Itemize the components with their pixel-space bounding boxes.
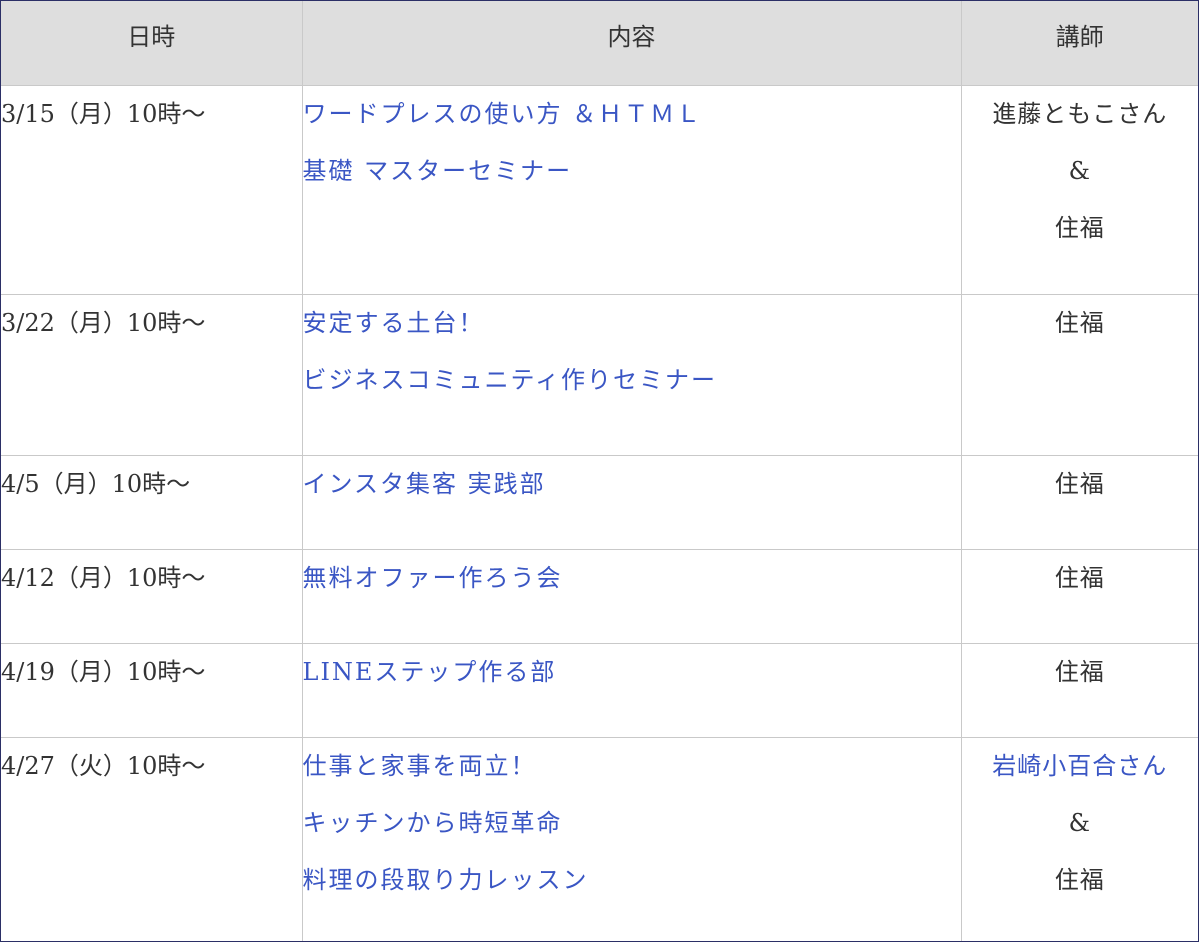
instructor-cell: 住福 [960, 454, 1198, 550]
instructor-name: 住福 [1054, 213, 1105, 242]
header-row: 日時 内容 講師 [1, 1, 1198, 86]
instructor-name: 住福 [1054, 563, 1105, 592]
date-cell: 4/27（火）10時～ [1, 736, 303, 941]
instructor-cell: 住福 [960, 293, 1198, 456]
content-line[interactable]: ビジネスコミュニティ作りセミナー [303, 352, 961, 409]
table-row: 4/5（月）10時～ インスタ集客 実践部 住福 [1, 454, 1198, 550]
header-instructor: 講師 [960, 1, 1198, 86]
table-row: 4/19（月）10時～ LINEステップ作る部 住福 [1, 642, 1198, 738]
instructor-ampersand: & [1068, 808, 1091, 837]
instructor-name: 住福 [1054, 469, 1105, 498]
date-cell: 3/22（月）10時～ [1, 293, 303, 456]
date-cell: 3/15（月）10時～ [1, 84, 303, 295]
content-line[interactable]: LINEステップ作る部 [303, 644, 961, 701]
instructor-name: 住福 [1054, 657, 1105, 686]
table-row: 4/27（火）10時～ 仕事と家事を両立！ キッチンから時短革命 料理の段取り力… [1, 736, 1199, 941]
seminar-schedule-table: 日時 内容 講師 3/15（月）10時～ ワードプレスの使い方 ＆ＨＴＭＬ 基礎… [1, 1, 1199, 941]
instructor-name: 進藤ともこさん [992, 99, 1168, 128]
instructor-name: 住福 [1054, 865, 1105, 894]
content-line[interactable]: 料理の段取り力レッスン [303, 852, 961, 909]
instructor-cell: 住福 [960, 548, 1198, 644]
instructor-cell: 住福 [960, 642, 1198, 738]
content-cell[interactable]: インスタ集客 実践部 [301, 454, 962, 550]
header-content: 内容 [301, 1, 962, 86]
content-cell[interactable]: 安定する土台！ ビジネスコミュニティ作りセミナー [301, 293, 962, 456]
table-row: 4/12（月）10時～ 無料オファー作ろう会 住福 [1, 548, 1198, 644]
table-row: 3/15（月）10時～ ワードプレスの使い方 ＆ＨＴＭＬ 基礎 マスターセミナー… [1, 84, 1198, 295]
content-cell[interactable]: LINEステップ作る部 [301, 642, 962, 738]
instructor-name-link[interactable]: 岩崎小百合さん [962, 738, 1199, 795]
instructor-name: 住福 [1054, 308, 1105, 337]
header-date: 日時 [1, 1, 303, 86]
instructor-cell: 岩崎小百合さん & 住福 [960, 736, 1199, 941]
content-cell[interactable]: 無料オファー作ろう会 [301, 548, 962, 644]
content-line[interactable]: インスタ集客 実践部 [303, 456, 961, 513]
date-cell: 4/5（月）10時～ [1, 454, 303, 550]
instructor-ampersand: & [1068, 156, 1091, 185]
content-line[interactable]: 基礎 マスターセミナー [303, 143, 961, 200]
instructor-cell: 進藤ともこさん & 住福 [960, 84, 1198, 295]
date-cell: 4/12（月）10時～ [1, 548, 303, 644]
date-cell: 4/19（月）10時～ [1, 642, 303, 738]
content-line[interactable]: ワードプレスの使い方 ＆ＨＴＭＬ [303, 86, 961, 143]
table-row: 3/22（月）10時～ 安定する土台！ ビジネスコミュニティ作りセミナー 住福 [1, 293, 1198, 456]
schedule-frame: 日時 内容 講師 3/15（月）10時～ ワードプレスの使い方 ＆ＨＴＭＬ 基礎… [0, 0, 1199, 942]
content-cell[interactable]: 仕事と家事を両立！ キッチンから時短革命 料理の段取り力レッスン [301, 736, 962, 941]
content-line[interactable]: キッチンから時短革命 [303, 795, 961, 852]
content-cell[interactable]: ワードプレスの使い方 ＆ＨＴＭＬ 基礎 マスターセミナー [301, 84, 962, 295]
content-line[interactable]: 仕事と家事を両立！ [303, 738, 961, 795]
content-line[interactable]: 安定する土台！ [303, 295, 961, 352]
content-line[interactable]: 無料オファー作ろう会 [303, 550, 961, 607]
